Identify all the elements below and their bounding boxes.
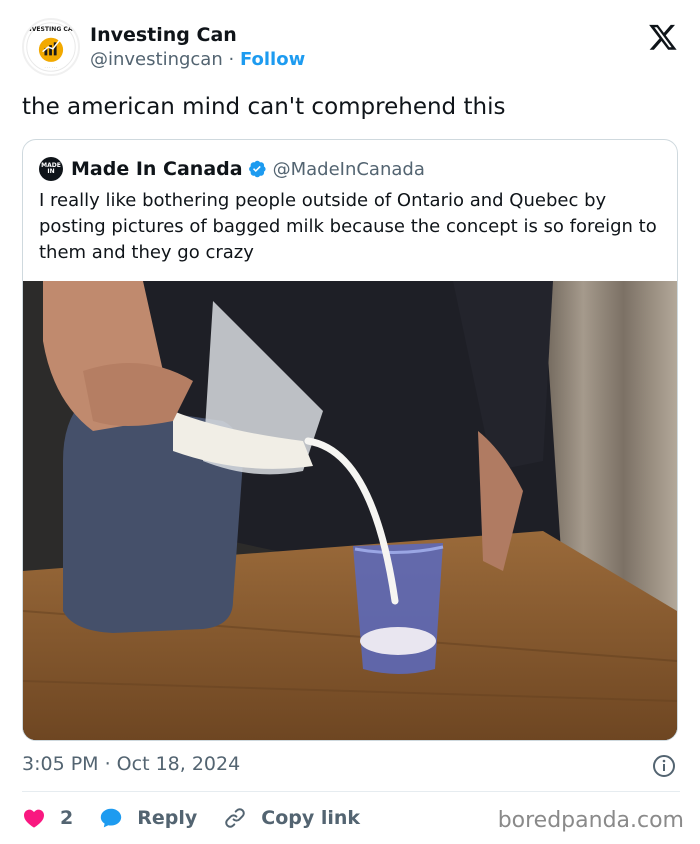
boredpanda-watermark: boredpanda.com — [497, 808, 684, 833]
svg-text:· · · · · ·: · · · · · · — [44, 65, 57, 69]
author-name[interactable]: Investing Can — [90, 24, 237, 46]
svg-text:INVESTING CAN: INVESTING CAN — [24, 26, 77, 33]
quoted-header: MADE IN Made In Canada @MadeInCanada — [39, 156, 425, 182]
heart-icon — [24, 809, 44, 828]
quoted-tweet[interactable]: MADE IN Made In Canada @MadeInCanada I r… — [22, 139, 678, 741]
reply-bubble-icon — [101, 808, 122, 828]
investing-can-logo-icon: INVESTING CAN · · · · · · — [24, 22, 78, 72]
quoted-photo[interactable] — [23, 281, 677, 740]
quoted-author-name[interactable]: Made In Canada — [71, 158, 243, 180]
copy-link-label: Copy link — [261, 807, 361, 829]
link-icon — [225, 808, 246, 828]
x-logo-icon[interactable] — [648, 22, 678, 52]
reply-label: Reply — [137, 807, 198, 829]
verified-badge-icon — [248, 160, 266, 178]
author-handle[interactable]: @investingcan — [90, 49, 223, 70]
tweet-text: the american mind can't comprehend this — [22, 94, 506, 120]
info-icon[interactable] — [652, 754, 676, 778]
like-count: 2 — [60, 807, 74, 829]
quoted-avatar[interactable]: MADE IN — [39, 157, 63, 181]
quoted-text: I really like bothering people outside o… — [39, 190, 657, 263]
separator-dot: · — [228, 49, 235, 70]
tweet-actions: 2 Reply Copy link — [22, 803, 386, 833]
quoted-avatar-text: MADE IN — [41, 162, 61, 175]
like-button[interactable]: 2 — [22, 806, 73, 830]
divider — [22, 791, 680, 792]
reply-button[interactable]: Reply — [99, 806, 197, 830]
author-handle-row: @investingcan · Follow — [90, 49, 305, 70]
milk-pouring-photo-icon — [23, 281, 677, 740]
author-avatar[interactable]: INVESTING CAN · · · · · · — [22, 18, 80, 76]
quoted-author-handle[interactable]: @MadeInCanada — [273, 159, 425, 180]
follow-button[interactable]: Follow — [240, 49, 305, 70]
copy-link-button[interactable]: Copy link — [223, 806, 360, 830]
tweet-header: INVESTING CAN · · · · · · Investing Can … — [22, 16, 678, 76]
tweet-timestamp[interactable]: 3:05 PM · Oct 18, 2024 — [22, 753, 240, 775]
